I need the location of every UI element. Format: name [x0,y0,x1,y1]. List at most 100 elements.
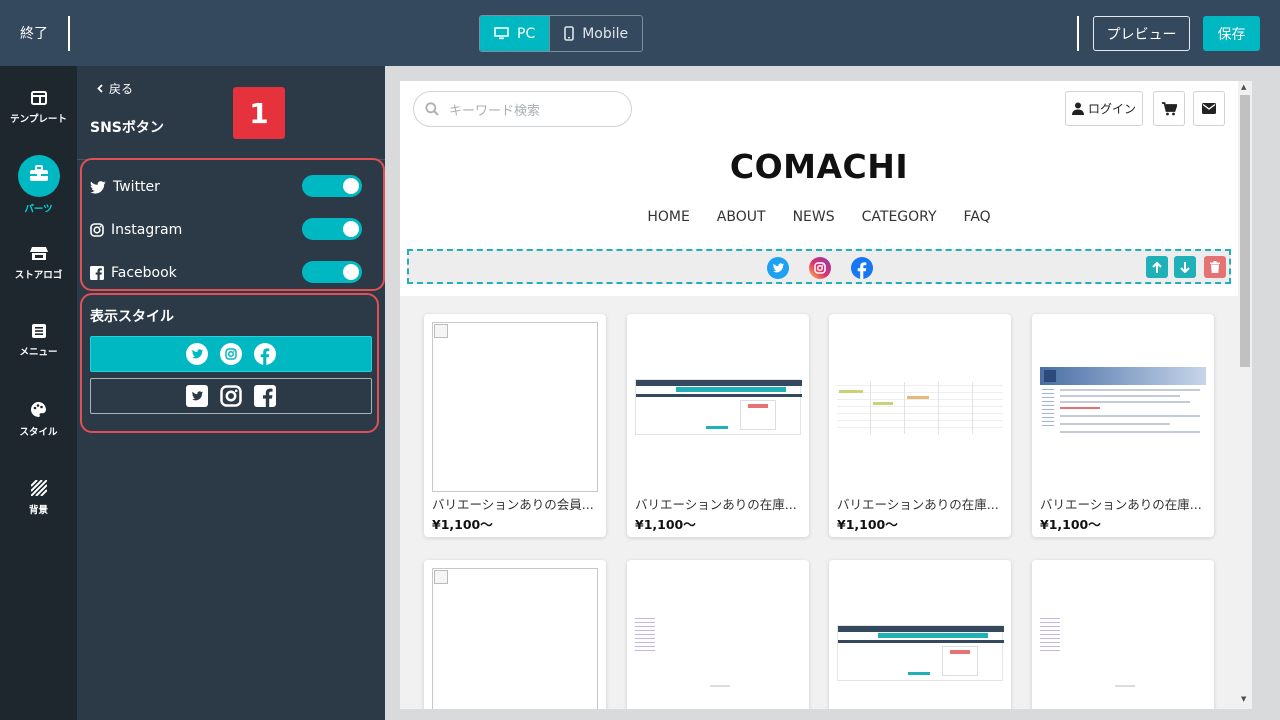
product-image-broken [432,322,598,492]
trash-icon [1210,261,1220,273]
login-button[interactable]: ログイン [1065,91,1143,126]
mobile-view-button[interactable]: Mobile [549,16,642,51]
arrow-up-icon [1152,261,1162,273]
rail-label: パーツ [24,204,53,215]
product-card[interactable]: バリエーションありの在庫... ¥1,100～ [829,314,1011,537]
active-indicator [17,155,60,197]
search-icon [425,102,439,116]
screenshot-thumbnail [837,382,1003,434]
product-name: バリエーションありの在庫... [635,497,797,512]
product-card[interactable] [829,560,1011,709]
product-card[interactable]: バリエーションありの在庫... ¥1,100～ [1032,314,1214,537]
product-card[interactable]: バリエーションありの在庫... ¥1,100～ [627,314,809,537]
site-preview: キーワード検索 ログイン COMACHI HOME ABOUT NEWS CAT… [400,81,1238,709]
mobile-icon [564,26,575,41]
template-icon [30,91,47,105]
product-image [1040,568,1206,709]
rail-label: 背景 [28,505,48,516]
back-label: 戻る [109,82,134,96]
device-toggle: PC Mobile [479,15,644,52]
login-label: ログイン [1087,102,1136,116]
exit-button[interactable]: 終了 [20,23,48,43]
mail-button[interactable] [1193,91,1225,126]
product-image-broken [432,568,598,709]
product-image [837,568,1004,709]
scrollbar-thumb[interactable] [1240,95,1250,367]
move-down-button[interactable] [1174,256,1196,278]
scroll-up-arrow[interactable]: ▲ [1241,83,1246,91]
screenshot-thumbnail [635,379,802,435]
product-card[interactable] [424,560,606,709]
product-image [837,322,1003,492]
preview-button[interactable]: プレビュー [1093,16,1190,51]
nav-news[interactable]: NEWS [793,209,835,225]
site-brand[interactable]: COMACHI [400,147,1238,186]
nav-about[interactable]: ABOUT [717,209,766,225]
move-up-button[interactable] [1146,256,1168,278]
search-placeholder: キーワード検索 [449,103,541,119]
chevron-left-icon [97,84,103,93]
delete-button[interactable] [1204,256,1226,278]
left-rail: テンプレート パーツ ストアロゴ メニュー スタイル 背景 [0,66,77,720]
cart-icon [1161,101,1177,115]
sns-buttons-block[interactable] [407,249,1231,284]
user-icon [1071,102,1084,115]
highlight-sns-toggles [80,158,385,291]
product-price: ¥1,100～ [432,517,493,532]
nav-home[interactable]: HOME [647,209,689,225]
highlight-display-style [80,293,379,433]
product-image [635,568,801,709]
scroll-down-arrow[interactable]: ▼ [1241,695,1246,703]
envelope-icon [1202,103,1216,114]
screenshot-thumbnail [1040,367,1206,449]
product-price: ¥1,100～ [1040,517,1101,532]
back-link[interactable]: 戻る [97,80,133,97]
sns-icons [767,257,873,279]
top-bar: 終了 PC Mobile プレビュー 保存 [0,0,1280,66]
product-name: バリエーションありの在庫... [1040,497,1202,512]
palette-icon [31,402,46,417]
menu-list-icon [31,324,46,338]
toolbox-icon [29,164,48,181]
site-search-input[interactable]: キーワード検索 [413,91,632,127]
rail-label: スタイル [19,427,58,438]
pc-view-button[interactable]: PC [480,16,550,51]
desktop-icon [494,27,509,40]
screenshot-thumbnail [837,625,1004,681]
product-name: バリエーションありの会員... [432,497,594,512]
product-image [1040,322,1206,492]
facebook-icon[interactable] [851,257,873,279]
product-card[interactable] [1032,560,1214,709]
annotation-badge-1: 1 [233,87,285,139]
rail-label: テンプレート [10,114,67,125]
rail-item-menu[interactable]: メニュー [0,324,77,358]
rail-item-template[interactable]: テンプレート [0,91,77,125]
divider [68,16,70,51]
instagram-icon[interactable] [809,257,831,279]
product-grid: バリエーションありの会員... ¥1,100～ バリエーションありの在庫... … [400,296,1238,709]
rail-item-style[interactable]: スタイル [0,401,77,438]
rail-label: メニュー [19,347,58,358]
pc-view-label: PC [517,25,536,42]
twitter-icon[interactable] [767,257,789,279]
rail-item-store-logo[interactable]: ストアロゴ [0,246,77,281]
nav-category[interactable]: CATEGORY [862,209,937,225]
panel-title: SNSボタン [90,120,164,136]
product-price: ¥1,100～ [635,517,696,532]
rail-item-parts[interactable]: パーツ [0,155,77,215]
cart-button[interactable] [1153,91,1185,126]
product-card[interactable] [627,560,809,709]
pattern-icon [30,480,47,496]
divider [1077,16,1079,51]
mobile-view-label: Mobile [582,25,629,42]
rail-item-background[interactable]: 背景 [0,480,77,516]
store-icon [29,247,48,260]
preview-scrollbar[interactable]: ▲ ▼ [1238,81,1252,709]
site-nav: HOME ABOUT NEWS CATEGORY FAQ [400,209,1238,225]
product-card[interactable]: バリエーションありの会員... ¥1,100～ [424,314,606,537]
arrow-down-icon [1180,261,1190,273]
nav-faq[interactable]: FAQ [964,209,991,225]
product-name: バリエーションありの在庫... [837,497,999,512]
save-button[interactable]: 保存 [1203,16,1260,51]
product-price: ¥1,100～ [837,517,898,532]
